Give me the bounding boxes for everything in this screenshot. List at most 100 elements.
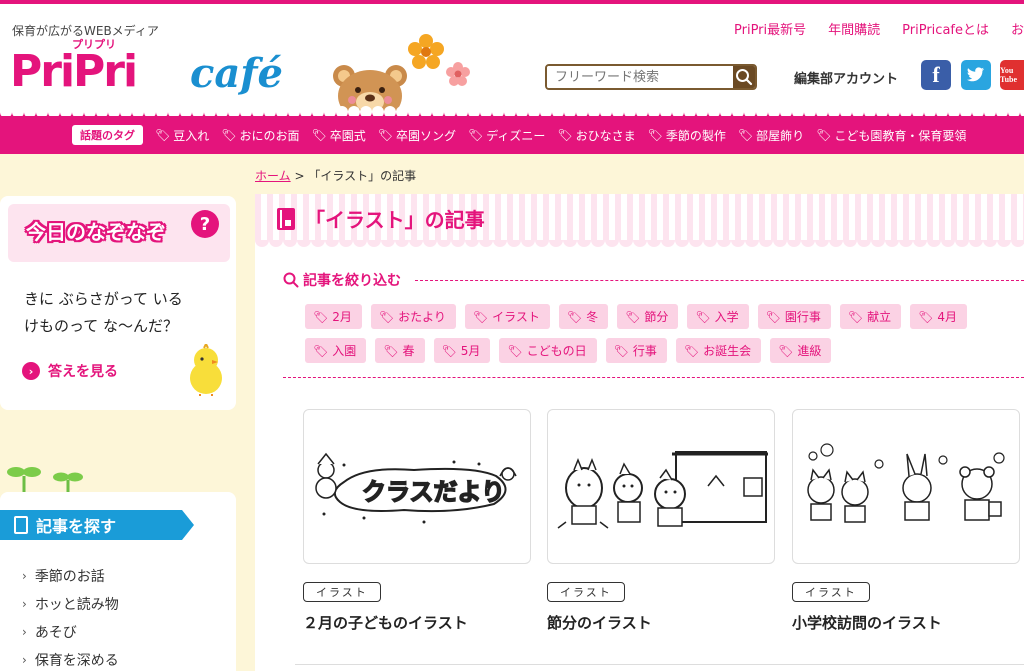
editor-account-link[interactable]: 編集部アカウント — [794, 68, 898, 87]
chevron-right-icon: › — [22, 597, 27, 611]
school-visit-illustration — [807, 443, 1005, 523]
trending-tag-label: 部屋飾り — [756, 128, 805, 143]
category-item[interactable]: › 保育を深める — [22, 646, 119, 671]
trending-tag-label: こども園教育・保育要領 — [834, 128, 967, 143]
tag-icon: 🏷︎ — [472, 309, 489, 324]
chevron-right-icon: › — [22, 569, 27, 583]
tag-icon: 🏷︎ — [221, 128, 237, 142]
trending-tag[interactable]: 🏷︎ 卒園ソング — [378, 127, 456, 144]
trending-tag[interactable]: 🏷︎ 豆入れ — [155, 127, 209, 144]
show-answer-link[interactable]: › 答えを見る — [22, 361, 118, 381]
filter-tag[interactable]: 🏷︎ 2月 — [305, 304, 362, 329]
twitter-icon[interactable] — [961, 60, 991, 90]
trending-tag-label: 卒園ソング — [395, 128, 456, 143]
search-input[interactable] — [547, 66, 733, 88]
facebook-icon[interactable]: f — [921, 60, 951, 90]
filter-tag[interactable]: 🏷︎ おたより — [370, 304, 456, 329]
category-item[interactable]: › あそび — [22, 618, 119, 646]
article-card[interactable]: イラスト 小学校訪問のイラスト — [792, 409, 1020, 633]
search-button[interactable] — [733, 66, 755, 88]
category-item[interactable]: › ホッと読み物 — [22, 590, 119, 618]
category-label: あそび — [34, 625, 77, 641]
tag-icon: 🏷︎ — [613, 343, 629, 358]
daily-riddle-widget: 今日のなぞなぞ ? きに ぶらさがって いる けものって な～んだ？ › 答えを… — [0, 196, 236, 410]
site-logo[interactable]: プリプリ PriPri café — [10, 38, 310, 102]
tag-icon: 🏷︎ — [377, 128, 393, 142]
page-header: 「イラスト」の記事 — [255, 194, 1024, 240]
filter-tag-list: 🏷︎ 2月 🏷︎ おたより 🏷︎ イラスト 🏷︎ 冬 🏷︎ 節分 🏷︎ 入学 🏷︎ 園行事 🏷… — [305, 304, 1005, 363]
search-icon — [283, 272, 299, 288]
trending-tag-label: おひなさま — [575, 128, 636, 143]
category-item[interactable]: › 季節のお話 — [22, 562, 119, 590]
trending-tag[interactable]: 🏷︎ ディズニー — [468, 127, 545, 144]
tag-icon: 🏷︎ — [847, 309, 864, 324]
filter-tag-label: こどもの日 — [526, 344, 587, 358]
tag-icon: 🏷︎ — [468, 128, 484, 142]
nav-link-latest-issue[interactable]: PriPri最新号 — [734, 19, 806, 38]
nav-link-more[interactable]: お — [1011, 19, 1024, 38]
category-label: 保育を深める — [34, 653, 119, 669]
article-card[interactable]: クラスだより イラスト ２月の子どものイラスト — [303, 409, 531, 633]
article-thumbnail — [547, 409, 775, 564]
riddle-line-2: けものって な～んだ？ — [24, 317, 179, 335]
trending-tag[interactable]: 🏷︎ おひなさま — [557, 127, 635, 144]
breadcrumb: ホーム > 「イラスト」の記事 — [255, 167, 416, 184]
tag-icon: 🏷︎ — [625, 309, 641, 324]
filter-tag[interactable]: 🏷︎ 春 — [375, 338, 425, 363]
filter-tag-label: 入学 — [714, 310, 739, 324]
chevron-right-icon: › — [22, 362, 40, 380]
trending-tag[interactable]: 🏷︎ おにのお面 — [221, 127, 299, 144]
question-mark-icon: ? — [191, 210, 219, 238]
tag-icon: 🏷︎ — [918, 309, 934, 324]
filter-tag[interactable]: 🏷︎ 入学 — [687, 304, 749, 329]
breadcrumb-separator: > — [294, 169, 305, 183]
nav-link-subscription[interactable]: 年間購読 — [828, 19, 880, 38]
flower-decoration-icon — [446, 62, 470, 86]
article-category-badge: イラスト — [303, 582, 381, 602]
filter-tag[interactable]: 🏷︎ 進級 — [770, 338, 832, 363]
tag-icon: 🏷︎ — [778, 343, 794, 358]
article-card[interactable]: イラスト 節分のイラスト — [547, 409, 775, 633]
chick-mascot-icon — [190, 344, 222, 396]
filter-tag[interactable]: 🏷︎ お誕生会 — [675, 338, 762, 363]
tag-icon: 🏷︎ — [383, 343, 399, 358]
youtube-icon[interactable]: You Tube — [1000, 60, 1024, 90]
filter-tag[interactable]: 🏷︎ こどもの日 — [499, 338, 597, 363]
filter-tag[interactable]: 🏷︎ 5月 — [433, 338, 491, 363]
filter-tag-label: 5月 — [460, 344, 481, 358]
newsletter-text: クラスだより — [362, 478, 505, 506]
filter-tag[interactable]: 🏷︎ 園行事 — [757, 304, 831, 329]
divider — [295, 664, 1024, 665]
filter-tag-label: 献立 — [867, 310, 892, 324]
top-navigation: PriPri最新号 年間購読 PriPricafeとは お — [734, 19, 1024, 38]
tag-icon: 🏷︎ — [155, 128, 171, 142]
breadcrumb-home-link[interactable]: ホーム — [255, 169, 291, 183]
nav-link-about[interactable]: PriPricafeとは — [902, 19, 989, 38]
filter-tag-label: 冬 — [586, 310, 599, 324]
filter-tag[interactable]: 🏷︎ イラスト — [464, 304, 550, 329]
divider — [283, 377, 1024, 378]
filter-tag[interactable]: 🏷︎ 入園 — [305, 338, 367, 363]
search-form — [545, 64, 757, 90]
filter-tag[interactable]: 🏷︎ 4月 — [910, 304, 967, 329]
filter-tag[interactable]: 🏷︎ 節分 — [617, 304, 679, 329]
filter-tag-label: イラスト — [492, 310, 540, 324]
filter-tag-label: お誕生会 — [703, 344, 752, 358]
filter-tag-label: 2月 — [332, 310, 352, 324]
filter-tag[interactable]: 🏷︎ 献立 — [839, 304, 902, 329]
filter-tag-label: 春 — [402, 344, 415, 358]
trending-tag[interactable]: 🏷︎ 卒園式 — [312, 127, 366, 144]
tag-icon: 🏷︎ — [557, 128, 573, 142]
filter-heading: 記事を絞り込む — [283, 270, 401, 290]
filter-tag[interactable]: 🏷︎ 行事 — [605, 338, 667, 363]
trending-tag[interactable]: 🏷︎ こども園教育・保育要領 — [816, 127, 966, 144]
filter-tag[interactable]: 🏷︎ 冬 — [558, 304, 609, 329]
page-title: 「イラスト」の記事 — [277, 204, 485, 233]
trending-tag-label: 卒園式 — [329, 128, 366, 143]
article-title: 節分のイラスト — [547, 614, 652, 632]
setsubun-illustration — [557, 451, 768, 529]
filter-tag-label: おたより — [398, 310, 446, 324]
trending-tag[interactable]: 🏷︎ 季節の製作 — [648, 127, 726, 144]
filter-tag-label: 入園 — [332, 344, 357, 358]
trending-tag[interactable]: 🏷︎ 部屋飾り — [738, 127, 804, 144]
